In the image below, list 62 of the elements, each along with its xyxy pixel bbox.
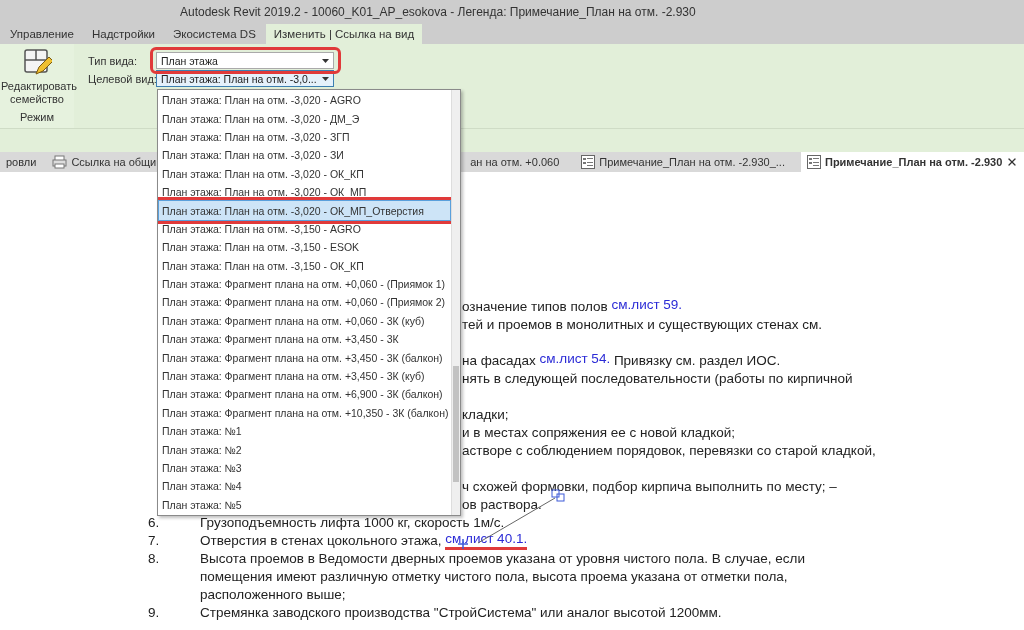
ribbon-tab[interactable]: Изменить | Ссылка на вид: [265, 24, 423, 44]
panel-label: Режим: [20, 111, 54, 123]
legend-icon: [807, 155, 821, 169]
item-number: 7.: [148, 532, 161, 548]
printer-icon: [52, 155, 68, 169]
item-number: 8.: [148, 550, 161, 566]
note-text: Грузоподъемность лифта 1000 кг, скорость 1м/с.: [200, 514, 505, 530]
caret-icon: [322, 76, 329, 81]
note-text: Привязку см. раздел ИОС.: [612, 352, 781, 368]
note-text: Высота проемов в Ведомости дверных проемов указана от уровня чистого пола. В случае, если: [200, 550, 805, 566]
list-option[interactable]: План этажа: Фрагмент плана на отм. +0,060 - (Приямок 2): [159, 293, 450, 312]
note-text: означение типов полов: [462, 298, 609, 314]
list-option[interactable]: План этажа: Фрагмент плана на отм. +3,450 - 3К: [159, 330, 450, 349]
list-option[interactable]: План этажа: №3: [159, 458, 450, 478]
list-option[interactable]: План этажа: №1: [159, 422, 450, 441]
sheet-link[interactable]: см.лист 59.: [611, 296, 683, 316]
list-option[interactable]: План этажа: Фрагмент плана на отм. +3,450 - 3К (куб): [159, 366, 450, 386]
note-text: Стремянка заводского производства "СтройСистема" или аналог высотой 1200мм.: [200, 604, 722, 620]
legend-icon: [581, 155, 596, 169]
list-option[interactable]: План этажа: План на отм. -3,150 - ОК_КП: [159, 256, 450, 275]
view-tab[interactable]: Примечание_План на отм. -2.930: [801, 152, 1024, 172]
list-option[interactable]: План этажа: Фрагмент плана на отм. +3,450 - 3К (балкон): [159, 348, 450, 367]
list-option[interactable]: План этажа: План на отм. -3,150 - AGRO: [159, 219, 450, 239]
note-text: помещения имеют различную отметку чистого пола, высота проема указана от отметки пола,: [200, 568, 788, 584]
list-option[interactable]: План этажа: План на отм. -3,020 - ДМ_Э: [159, 109, 450, 128]
list-option[interactable]: План этажа: План на отм. -3,150 - ESOK: [159, 238, 450, 257]
ribbon-tab[interactable]: Надстройки: [83, 24, 164, 44]
note-text: астворе с соблюдением порядовок, перевязки со старой кладкой,: [462, 442, 876, 458]
note-text: Отверстия в стенах цокольного этажа,: [200, 532, 443, 548]
field-label: Целевой вид:: [88, 72, 156, 85]
list-option[interactable]: План этажа: Фрагмент плана на отм. +0,060 - 3К (куб): [159, 311, 450, 331]
note-text: на фасадах: [462, 352, 537, 368]
note-text: тей и проемов в монолитных и существующих стенах см.: [462, 316, 822, 332]
list-option[interactable]: План этажа: №2: [159, 440, 450, 459]
view-type-dropdown[interactable]: План этажа: [156, 52, 334, 69]
sheet-link[interactable]: см.лист 54.: [539, 350, 611, 370]
ribbon-tab[interactable]: Экосистема DS: [165, 24, 264, 44]
list-option[interactable]: План этажа: План на отм. -3,020 - AGRO: [159, 91, 450, 110]
view-tab[interactable]: ровли: [0, 152, 43, 172]
list-option[interactable]: План этажа: №4: [159, 477, 450, 496]
list-option[interactable]: План этажа: План на отм. -3,020 - ЗГП: [159, 127, 450, 147]
note-text: ч схожей формовки, подбор кирпича выполнить по месту; –: [462, 478, 837, 494]
note-text: ов раствора.: [462, 496, 542, 512]
note-text: и в местах сопряжения ее с новой кладкой;: [462, 424, 735, 440]
sheet-link[interactable]: см.лист 40.1.: [445, 530, 528, 550]
window-title: Autodesk Revit 2019.2 - 10060_K01_AP_esokova - Легенда: Примечание_План на отм. -2.930: [180, 5, 696, 19]
ribbon-tab[interactable]: Управление: [2, 24, 82, 44]
scrollbar[interactable]: [451, 90, 460, 515]
caret-icon: [322, 58, 329, 63]
field-label: Тип вида:: [88, 54, 138, 67]
list-option[interactable]: План этажа: Фрагмент плана на отм. +10,350 - 3К (балкон): [159, 403, 450, 423]
note-text: нять в следующей последовательности (работы по кирпичной: [462, 370, 853, 386]
note-text: кладки;: [462, 406, 509, 422]
list-option[interactable]: План этажа: Фрагмент плана на отм. +6,900 - 3К (балкон): [159, 385, 450, 404]
edit-family-icon: [22, 48, 52, 78]
list-option[interactable]: План этажа: №5: [159, 495, 450, 514]
view-tab[interactable]: Примечание_План на отм. -2.930_...: [575, 152, 791, 172]
view-tab[interactable]: ан на отм. +0.060: [464, 152, 566, 172]
note-text: расположенного выше;: [200, 586, 346, 602]
list-option[interactable]: План этажа: Фрагмент плана на отм. +0,060 - (Приямок 1): [159, 274, 450, 294]
item-number: 6.: [148, 514, 161, 530]
item-number: 9.: [148, 604, 161, 620]
